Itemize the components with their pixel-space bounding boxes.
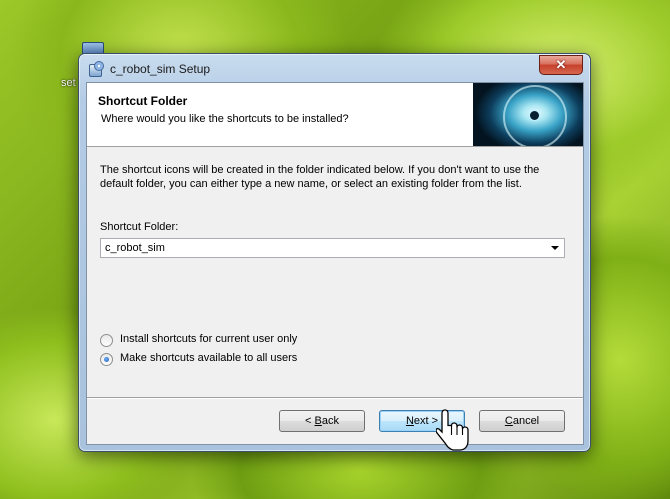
shortcut-folder-combobox[interactable]: c_robot_sim [100,238,565,258]
close-button[interactable]: ✕ [539,55,583,75]
cancel-button-mnemonic: C [504,415,513,427]
next-button-mnemonic: N [405,415,414,427]
wizard-header: Shortcut Folder Where would you like the… [87,83,583,147]
shortcut-folder-label: Shortcut Folder: [100,221,179,233]
back-button-label: ack [321,415,339,427]
cd-disc-icon [473,83,583,146]
chevron-down-icon[interactable] [551,246,559,250]
setup-window: c_robot_sim Setup ✕ Shortcut Folder Wher… [78,53,591,452]
cancel-button[interactable]: Cancel [479,410,565,432]
back-button[interactable]: < Back [279,410,365,432]
page-title: Shortcut Folder [98,94,188,108]
instructions-text: The shortcut icons will be created in th… [100,164,540,190]
shortcut-folder-value[interactable]: c_robot_sim [105,242,165,254]
next-button-label: ext > [413,415,439,427]
setup-app-icon [87,61,104,77]
wizard-client-area: Shortcut Folder Where would you like the… [86,82,584,445]
back-button-prefix: < [305,415,315,427]
window-title: c_robot_sim Setup [110,62,211,76]
hand-cursor-icon [436,409,469,451]
button-separator [87,397,583,399]
back-button-mnemonic: B [314,415,322,427]
radio-all-users-label[interactable]: Make shortcuts available to all users [120,352,297,364]
radio-current-user-label[interactable]: Install shortcuts for current user only [120,333,297,345]
page-subtitle: Where would you like the shortcuts to be… [101,113,349,125]
title-bar[interactable]: c_robot_sim Setup ✕ [79,54,590,82]
desktop-icon-label[interactable]: set [61,77,76,89]
cancel-button-label: ancel [512,415,540,427]
radio-current-user-circle[interactable] [100,334,113,347]
radio-all-users-circle[interactable] [100,353,113,366]
